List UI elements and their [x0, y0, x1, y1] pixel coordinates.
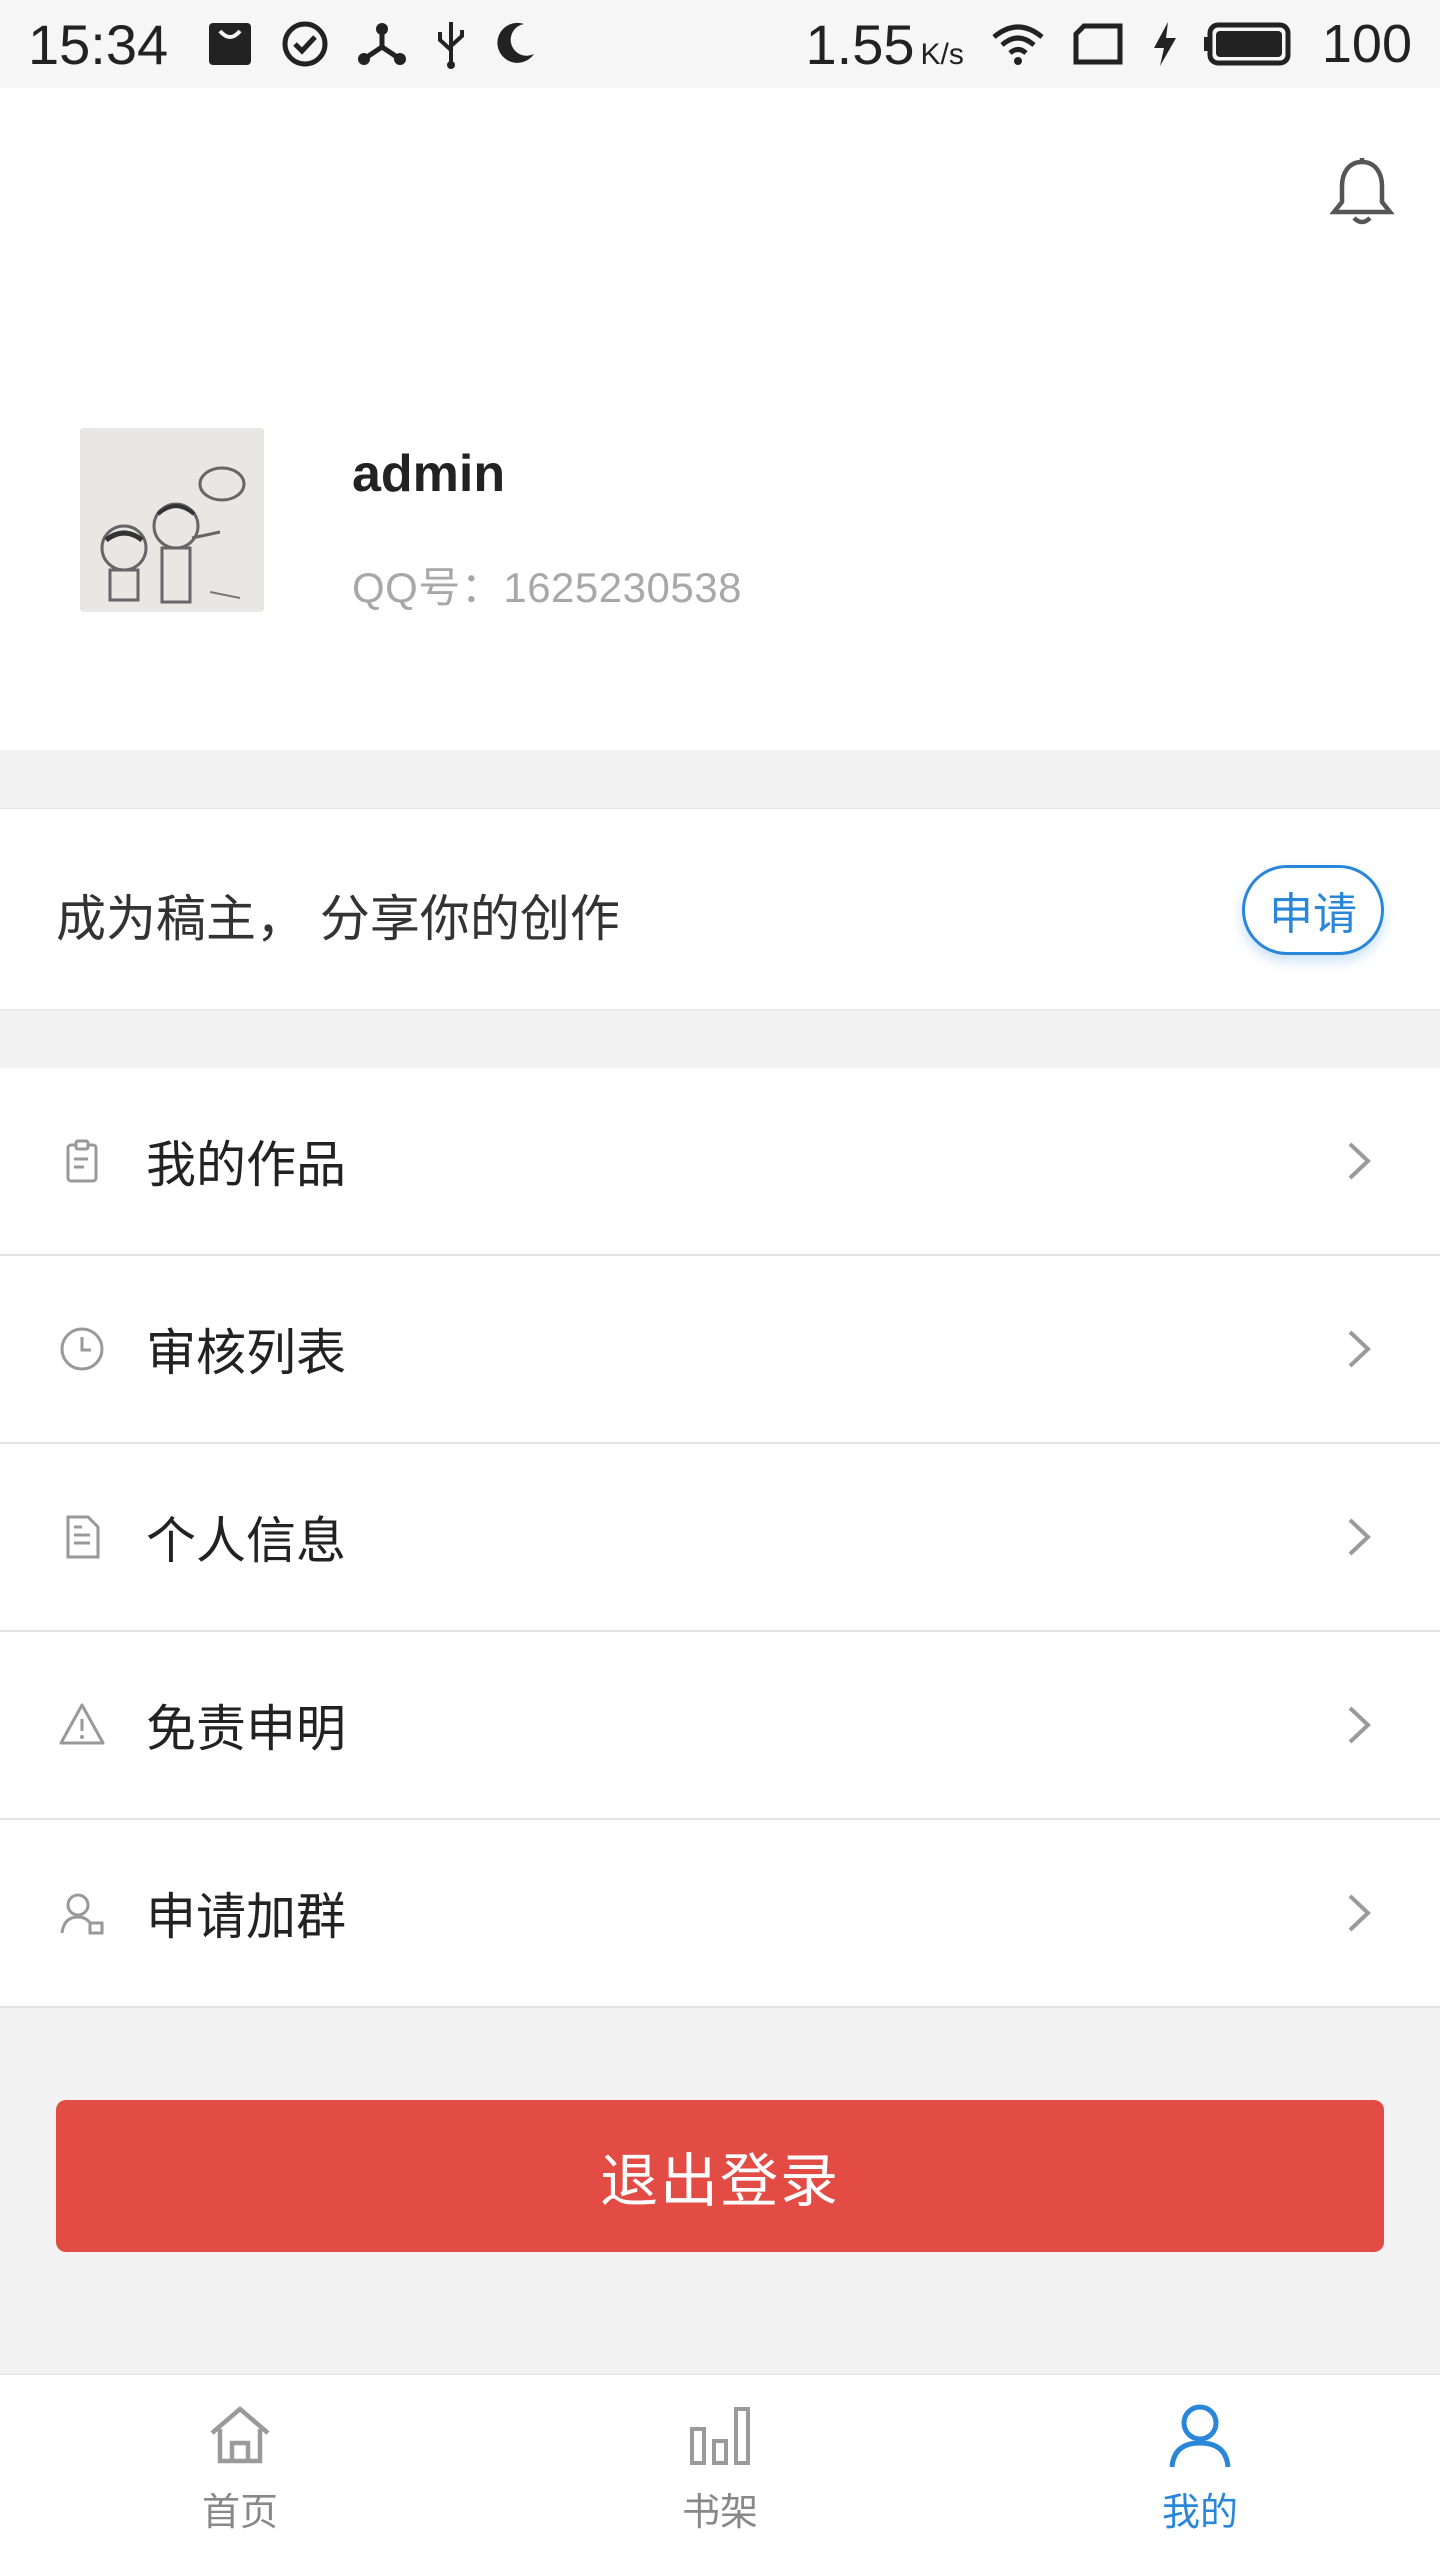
- chevron-right-icon: [1344, 1702, 1374, 1748]
- screen: 15:34 1.55 K/s 100 admin QQ号：1625230538 …: [0, 0, 1440, 2560]
- menu-item-disclaimer[interactable]: 免责申明: [0, 1632, 1440, 1820]
- nav-item-bookshelf[interactable]: 书架: [480, 2375, 960, 2560]
- chevron-right-icon: [1344, 1890, 1374, 1936]
- sim-card-icon: [1072, 22, 1126, 66]
- wifi-icon: [990, 21, 1046, 67]
- bar-chart-icon: [684, 2399, 756, 2471]
- network-speed: 1.55 K/s: [806, 12, 964, 77]
- bell-icon[interactable]: [1329, 156, 1395, 228]
- menu-item-label: 免责申明: [146, 1701, 346, 1757]
- document-icon: [58, 1513, 106, 1561]
- clipboard-icon: [58, 1137, 106, 1185]
- username: admin: [352, 445, 506, 503]
- nav-item-home[interactable]: 首页: [0, 2375, 480, 2560]
- battery-level: 100: [1321, 14, 1412, 74]
- nav-label: 书架: [681, 2492, 758, 2534]
- menu-list: 我的作品 审核列表 个人信息 免责申明 申请加群: [0, 1068, 1440, 2008]
- menu-item-label: 审核列表: [146, 1325, 346, 1381]
- chevron-right-icon: [1344, 1514, 1374, 1560]
- logout-button[interactable]: 退出登录: [56, 2100, 1384, 2252]
- notification-bag-icon: [206, 19, 254, 69]
- status-time: 15:34: [28, 12, 169, 76]
- battery-icon: [1203, 21, 1296, 67]
- chevron-right-icon: [1344, 1326, 1374, 1372]
- clock-icon: [58, 1325, 106, 1373]
- charging-bolt-icon: [1152, 20, 1178, 68]
- nav-item-mine[interactable]: 我的: [960, 2375, 1440, 2560]
- menu-item-label: 我的作品: [146, 1137, 346, 1193]
- share-nodes-icon: [356, 19, 408, 69]
- user-group-icon: [58, 1889, 106, 1937]
- usb-icon: [434, 18, 468, 70]
- creator-card: 成为稿主， 分享你的创作 申请: [0, 808, 1440, 1010]
- network-speed-value: 1.55: [805, 12, 915, 76]
- status-bar-right: 1.55 K/s 100: [806, 12, 1412, 77]
- menu-item-my-works[interactable]: 我的作品: [0, 1068, 1440, 1256]
- status-bar-left: 15:34: [28, 12, 538, 77]
- qq-number: QQ号：1625230538: [352, 564, 742, 611]
- menu-item-personal-info[interactable]: 个人信息: [0, 1444, 1440, 1632]
- network-speed-unit: K/s: [920, 37, 964, 71]
- moon-icon: [494, 20, 538, 68]
- nav-label: 我的: [1161, 2492, 1238, 2534]
- status-bar: 15:34 1.55 K/s 100: [0, 0, 1440, 88]
- menu-item-label: 申请加群: [146, 1889, 346, 1945]
- warning-icon: [58, 1701, 106, 1749]
- bottom-nav: 首页 书架 我的: [0, 2374, 1440, 2560]
- apply-button[interactable]: 申请: [1242, 865, 1384, 955]
- avatar[interactable]: [80, 428, 264, 612]
- home-icon: [204, 2399, 276, 2471]
- chevron-right-icon: [1344, 1138, 1374, 1184]
- menu-item-join-group[interactable]: 申请加群: [0, 1820, 1440, 2008]
- nav-label: 首页: [201, 2492, 278, 2534]
- menu-item-review-list[interactable]: 审核列表: [0, 1256, 1440, 1444]
- profile-header: admin QQ号：1625230538: [0, 88, 1440, 750]
- user-icon: [1164, 2399, 1236, 2471]
- menu-item-label: 个人信息: [146, 1513, 346, 1569]
- check-circle-icon: [280, 19, 330, 69]
- creator-prompt: 成为稿主， 分享你的创作: [56, 891, 620, 947]
